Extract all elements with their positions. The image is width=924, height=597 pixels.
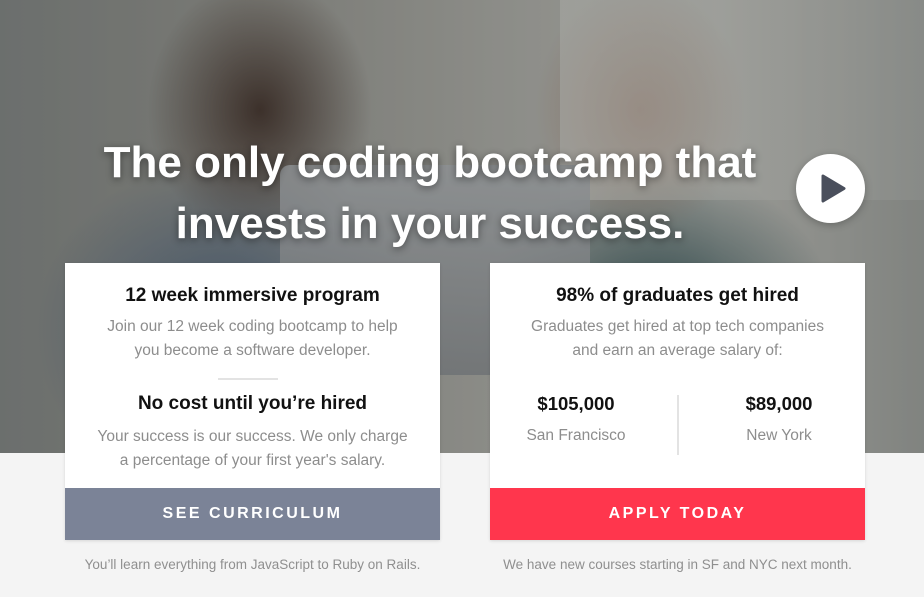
program-title: 12 week immersive program <box>125 285 380 306</box>
cost-description: Your success is our success. We only cha… <box>97 428 408 469</box>
ny-label: New York <box>746 427 812 444</box>
apply-today-button[interactable]: APPLY TODAY <box>490 488 865 540</box>
play-icon <box>821 174 846 203</box>
hiring-card: 98% of graduates get hired Graduates get… <box>490 263 865 540</box>
ny-salary: $89,000 <box>745 393 813 414</box>
play-video-button[interactable] <box>796 154 865 223</box>
sf-salary: $105,000 <box>537 393 615 414</box>
headline-line-2: invests in your success. <box>175 199 685 248</box>
curriculum-note: You’ll learn everything from JavaScript … <box>84 557 421 572</box>
program-description: Join our 12 week coding bootcamp to help… <box>107 318 398 359</box>
courses-note: We have new courses starting in SF and N… <box>503 557 852 572</box>
stats-divider <box>677 395 679 455</box>
card-divider <box>218 378 278 380</box>
see-curriculum-button[interactable]: SEE CURRICULUM <box>65 488 440 540</box>
cost-title: No cost until you’re hired <box>137 393 368 414</box>
sf-label: San Francisco <box>526 427 626 444</box>
hiring-description: Graduates get hired at top tech companie… <box>531 318 824 359</box>
hero-headline: The only coding bootcamp that invests in… <box>0 132 860 254</box>
program-card: 12 week immersive program Join our 12 we… <box>65 263 440 540</box>
hiring-title: 98% of graduates get hired <box>556 285 799 306</box>
headline-line-1: The only coding bootcamp that <box>103 138 757 187</box>
